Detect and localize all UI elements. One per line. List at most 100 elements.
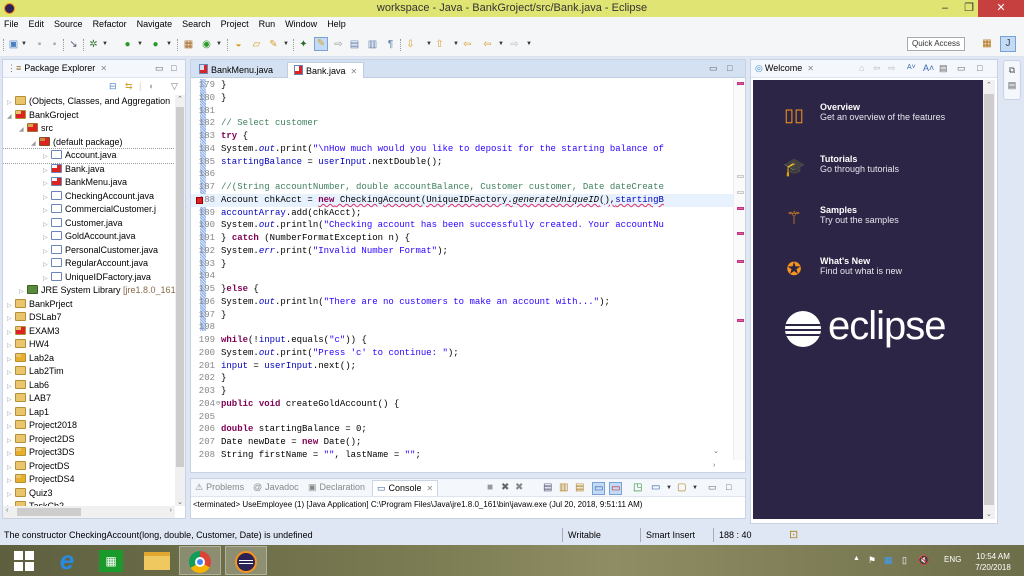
tree-item[interactable]: ◢ BankGroject [3,109,175,123]
error-marker-icon[interactable] [196,196,203,204]
tree-item[interactable]: ▷ CommercialCustomer.j [3,203,175,217]
editor-tab-bank[interactable]: Bank.java ✕ [287,62,365,78]
maximize-editor-icon[interactable]: □ [727,63,732,73]
scroll-down-icon[interactable]: ⌄ [177,498,183,506]
tab-console[interactable]: ▭ Console ✕ [372,480,439,496]
increase-font-icon[interactable]: A˄ [923,63,934,73]
show-hidden-icons[interactable]: ▲ [853,555,860,562]
debug-icon[interactable]: ✲ [88,39,99,50]
previous-annotation-dropdown-icon[interactable]: ▼ [453,41,459,47]
collapse-all-icon[interactable]: ⊟ [109,81,117,92]
maximize-view-icon[interactable]: □ [171,63,176,73]
maximize-view-icon[interactable]: □ [726,482,731,492]
package-explorer-tab[interactable]: ⋮≡ Package Explorer ✕ [7,63,107,74]
tree-item[interactable]: ◢ (default package) [3,136,175,150]
tree-item[interactable]: ▷ Bank.java [3,163,175,177]
focus-active-task-icon[interactable]: ◐ [149,81,154,91]
tree-item[interactable]: ▷ DSLab7 [3,311,175,325]
block-selection-icon[interactable]: ▤ [349,39,360,50]
display-console-icon[interactable]: ▭ [651,482,660,493]
welcome-tab[interactable]: ◎ Welcome ✕ [755,63,814,74]
scroll-right-icon[interactable]: › [713,462,715,469]
insert-mode-status[interactable]: Smart Insert [646,530,695,540]
tree-item[interactable]: ▷ HW4 [3,338,175,352]
tree-item[interactable]: ▷ CheckingAccount.java [3,190,175,204]
last-edit-location-icon[interactable]: ⇦ [462,39,473,50]
show-whitespace-icon[interactable]: ▥ [367,39,378,50]
language-indicator[interactable]: ENG [944,555,961,564]
quick-access-input[interactable]: Quick Access [907,37,965,51]
back-icon[interactable]: ⇦ [873,63,881,74]
search-icon[interactable]: ✎ [268,39,279,50]
forward-dropdown-icon[interactable]: ▼ [526,41,532,47]
scrollbar-thumb[interactable] [984,94,994,505]
open-task-icon[interactable]: ▱ [251,39,262,50]
eclipse-taskbar-button[interactable] [225,546,267,575]
next-annotation-icon[interactable]: ⇩ [405,39,416,50]
welcome-vertical-scrollbar[interactable]: ⌃ ⌄ [983,80,995,519]
terminate-icon[interactable]: ■ [487,482,493,493]
next-annotation-dropdown-icon[interactable]: ▼ [426,41,432,47]
maximize-button[interactable]: ❐ [958,0,980,17]
code-text-area[interactable]: 179} 180} 181 182// Select customer 183 try {… [191,79,733,460]
volume-muted-icon[interactable]: 🔇 [918,555,929,566]
tree-item[interactable]: ▷ Project2DS [3,433,175,447]
java-perspective-icon[interactable]: J [1000,36,1016,52]
tree-item[interactable]: ▷ ProjectDS4 [3,473,175,487]
minimize-view-icon[interactable]: ▭ [708,482,717,493]
link-with-editor-icon[interactable]: ⇆ [125,81,133,92]
run-icon[interactable]: ● [122,39,133,50]
maximize-view-icon[interactable]: □ [977,63,982,73]
show-whitespace-chars-icon[interactable]: ¶ [385,39,396,50]
tab-problems[interactable]: ⚠ Problems [195,482,244,493]
tree-item[interactable]: ▷ BankMenu.java [3,176,175,190]
power-icon[interactable]: ▯ [902,555,907,566]
minimize-view-icon[interactable]: ▭ [957,63,966,74]
scrollbar-thumb[interactable] [176,107,184,467]
menu-edit[interactable]: Edit [24,17,50,31]
decrease-font-icon[interactable]: A˅ [907,64,916,71]
tree-item[interactable]: ▷ Lab2a [3,352,175,366]
run-dropdown-icon[interactable]: ▼ [137,41,143,47]
open-perspective-icon[interactable]: ▦ [980,37,994,51]
close-tab-icon[interactable]: ✕ [351,67,358,76]
tree-item[interactable]: ▷ Lab2Tim [3,365,175,379]
restore-icon[interactable]: ⧉ [1004,65,1020,76]
tree-item[interactable]: ▷ Lab6 [3,379,175,393]
tree-item[interactable]: ▷ EXAM3 [3,325,175,339]
remove-launch-icon[interactable]: ✖ [501,482,509,493]
tree-item[interactable]: ▷ RegularAccount.java [3,257,175,271]
search-dropdown-icon[interactable]: ▼ [283,41,289,47]
tree-item[interactable]: ▷ Project3DS [3,446,175,460]
scroll-right-icon[interactable]: › [170,507,172,514]
close-tab-icon[interactable]: ✕ [427,484,434,493]
scroll-up-icon[interactable]: ⌃ [177,95,183,103]
occurrence-marker[interactable] [737,175,744,178]
back-dropdown-icon[interactable]: ▼ [498,41,504,47]
minimize-editor-icon[interactable]: ▭ [709,63,718,74]
pin-console-icon[interactable]: ◳ [633,482,642,493]
editor-tab-bankmenu[interactable]: BankMenu.java [193,62,279,78]
tree-item[interactable]: ▷ UniqueIDFactory.java [3,271,175,285]
external-tools-icon[interactable]: ● [150,39,161,50]
error-marker[interactable] [737,319,744,322]
view-menu-icon[interactable]: ▽ [171,81,178,92]
mark-occurrences-icon[interactable]: ✎ [314,37,328,51]
error-marker[interactable] [737,260,744,263]
scroll-down-icon[interactable]: ⌄ [986,510,992,518]
tree-item[interactable]: ▷ Lap1 [3,406,175,420]
forward-icon[interactable]: ⇨ [509,39,520,50]
menu-navigate[interactable]: Navigate [132,17,178,31]
tree-item[interactable]: ▷ JRE System Library [jre1.8.0_161 [3,284,175,298]
show-console-stdout-icon[interactable]: ▭ [592,482,606,495]
toggle-ant-editor-icon[interactable]: ✦ [298,39,309,50]
tree-item[interactable]: ▷ Account.java [3,148,175,164]
open-console-icon[interactable]: ▢ [677,482,686,493]
chrome-button[interactable] [179,546,221,575]
open-console-dropdown-icon[interactable]: ▼ [692,485,698,491]
word-wrap-icon[interactable]: ▤ [575,482,584,493]
forward-icon[interactable]: ⇨ [888,63,896,74]
save-all-icon[interactable]: ▪ [49,39,60,50]
tree-item[interactable]: ▷ GoldAccount.java [3,230,175,244]
new-class-icon[interactable]: ◉ [201,39,212,50]
